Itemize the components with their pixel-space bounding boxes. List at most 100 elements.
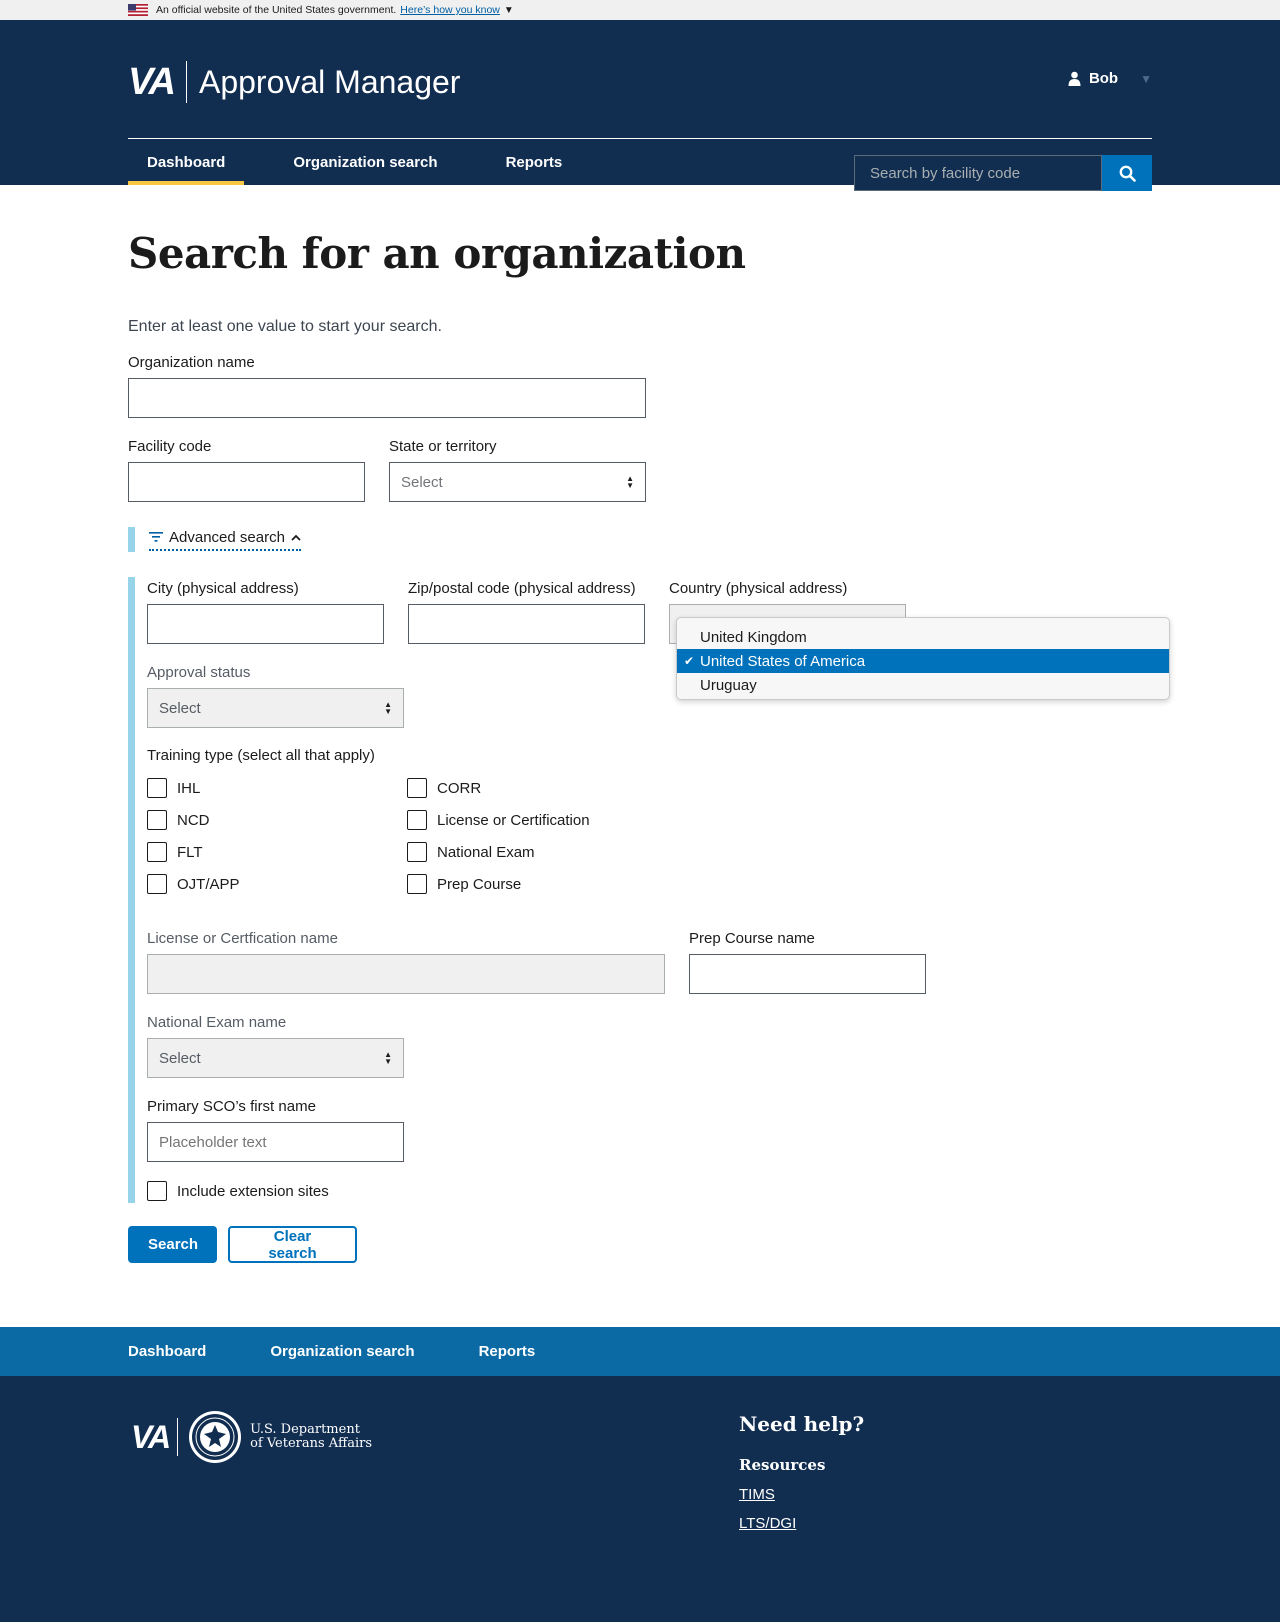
va-logo[interactable]: VA bbox=[128, 61, 176, 104]
training-checkbox-ihl[interactable]: IHL bbox=[147, 778, 240, 798]
chevron-down-icon[interactable]: ▼ bbox=[1140, 72, 1152, 86]
facility-code-label: Facility code bbox=[128, 438, 212, 455]
resources-title: Resources bbox=[739, 1456, 826, 1474]
sco-first-name-input[interactable] bbox=[147, 1122, 404, 1162]
national-exam-value: Select bbox=[159, 1049, 201, 1067]
link-lts-dgi[interactable]: LTS/DGI bbox=[739, 1515, 864, 1532]
org-name-input[interactable] bbox=[128, 378, 646, 418]
approval-status-value: Select bbox=[159, 699, 201, 717]
user-icon bbox=[1068, 71, 1081, 86]
nav-dashboard[interactable]: Dashboard bbox=[128, 139, 245, 185]
checkbox[interactable] bbox=[407, 778, 427, 798]
training-checkbox-flt[interactable]: FLT bbox=[147, 842, 240, 862]
va-logo: VA bbox=[131, 1418, 171, 1455]
site-footer: VA U.S. Department of Veterans Affairs N… bbox=[0, 1376, 1280, 1622]
approval-status-label: Approval status bbox=[147, 664, 251, 681]
checkbox-label: OJT/APP bbox=[177, 875, 240, 893]
checkbox[interactable] bbox=[147, 874, 167, 894]
checkbox-label: CORR bbox=[437, 779, 482, 797]
license-name-input[interactable] bbox=[147, 954, 665, 994]
approval-status-select[interactable]: Select ▲ ▼ bbox=[147, 688, 404, 728]
sort-icon: ▲ ▼ bbox=[384, 1050, 392, 1066]
training-checkbox-ojt-app[interactable]: OJT/APP bbox=[147, 874, 240, 894]
advanced-search-bar bbox=[128, 577, 135, 1203]
app-title[interactable]: Approval Manager bbox=[199, 64, 460, 101]
site-header: VA Approval Manager Bob ▼ Dashboard Orga… bbox=[0, 20, 1280, 191]
state-label: State or territory bbox=[389, 438, 497, 455]
country-option-label: United Kingdom bbox=[700, 628, 807, 646]
footer-nav-dashboard[interactable]: Dashboard bbox=[128, 1343, 206, 1360]
us-flag-icon bbox=[128, 4, 148, 16]
page-title: Search for an organization bbox=[128, 229, 746, 278]
training-type-label: Training type (select all that apply) bbox=[147, 747, 375, 764]
clear-search-button[interactable]: Clear search bbox=[228, 1226, 357, 1263]
checkbox[interactable] bbox=[407, 874, 427, 894]
nav-organization-search[interactable]: Organization search bbox=[274, 139, 456, 185]
search-button[interactable]: Search bbox=[128, 1226, 217, 1263]
checkbox-label: Prep Course bbox=[437, 875, 522, 893]
facility-code-input[interactable] bbox=[128, 462, 365, 502]
national-exam-select[interactable]: Select ▲ ▼ bbox=[147, 1038, 404, 1078]
footer-logo[interactable]: VA U.S. Department of Veterans Affairs bbox=[131, 1410, 372, 1464]
footer-nav-organization-search[interactable]: Organization search bbox=[270, 1343, 414, 1360]
banner-text: An official website of the United States… bbox=[156, 4, 397, 16]
help-title: Need help? bbox=[739, 1412, 865, 1436]
user-menu[interactable]: Bob ▼ bbox=[1068, 70, 1152, 87]
facility-search-button[interactable] bbox=[1102, 155, 1152, 191]
checkbox[interactable] bbox=[147, 1181, 167, 1201]
country-option-label: United States of America bbox=[700, 652, 866, 670]
primary-nav: Dashboard Organization search Reports bbox=[128, 139, 581, 185]
intro-text: Enter at least one value to start your s… bbox=[128, 318, 442, 335]
state-select[interactable]: Select ▲ ▼ bbox=[389, 462, 646, 502]
advanced-search-toggle[interactable]: Advanced search bbox=[128, 527, 301, 552]
chevron-up-icon bbox=[291, 534, 301, 541]
country-option-selected[interactable]: ✔ United States of America bbox=[677, 649, 1169, 673]
footer-nav: Dashboard Organization search Reports bbox=[0, 1327, 1280, 1376]
checkbox-label: FLT bbox=[177, 843, 203, 861]
checkmark-icon: ✔ bbox=[684, 654, 695, 668]
advanced-search-label: Advanced search bbox=[169, 528, 285, 546]
city-input[interactable] bbox=[147, 604, 384, 644]
training-checkbox-prep-course[interactable]: Prep Course bbox=[407, 874, 590, 894]
training-checkbox-corr[interactable]: CORR bbox=[407, 778, 590, 798]
national-exam-label: National Exam name bbox=[147, 1014, 287, 1031]
checkbox[interactable] bbox=[147, 778, 167, 798]
banner-how-you-know-link[interactable]: Here’s how you know bbox=[400, 4, 500, 16]
chevron-down-icon[interactable]: ▼ bbox=[504, 5, 514, 16]
country-option-label: Uruguay bbox=[700, 676, 757, 694]
checkbox-label: Include extension sites bbox=[177, 1182, 329, 1200]
include-extension-sites-checkbox[interactable]: Include extension sites bbox=[147, 1181, 329, 1201]
logo-divider bbox=[177, 1418, 179, 1456]
facility-search bbox=[854, 155, 1152, 191]
checkbox[interactable] bbox=[147, 810, 167, 830]
link-tims[interactable]: TIMS bbox=[739, 1486, 864, 1503]
checkbox[interactable] bbox=[147, 842, 167, 862]
training-checkbox-ncd[interactable]: NCD bbox=[147, 810, 240, 830]
org-name-label: Organization name bbox=[128, 354, 255, 371]
zip-label: Zip/postal code (physical address) bbox=[408, 580, 636, 597]
prep-course-name-input[interactable] bbox=[689, 954, 926, 994]
country-option[interactable]: United Kingdom bbox=[677, 625, 1169, 649]
checkbox-label: IHL bbox=[177, 779, 201, 797]
prep-course-name-label: Prep Course name bbox=[689, 930, 815, 947]
footer-nav-reports[interactable]: Reports bbox=[479, 1343, 536, 1360]
checkbox[interactable] bbox=[407, 810, 427, 830]
training-checkbox-license[interactable]: License or Certification bbox=[407, 810, 590, 830]
sort-icon: ▲ ▼ bbox=[384, 700, 392, 716]
user-name: Bob bbox=[1088, 70, 1119, 87]
checkbox[interactable] bbox=[407, 842, 427, 862]
department-line-1: U.S. Department bbox=[250, 1422, 360, 1437]
training-checkbox-national-exam[interactable]: National Exam bbox=[407, 842, 590, 862]
sco-first-name-label: Primary SCO’s first name bbox=[147, 1098, 316, 1115]
nav-reports[interactable]: Reports bbox=[487, 139, 582, 185]
license-name-label: License or Certfication name bbox=[147, 930, 338, 947]
country-label: Country (physical address) bbox=[669, 580, 848, 597]
facility-search-input[interactable] bbox=[854, 155, 1102, 191]
checkbox-label: License or Certification bbox=[437, 811, 590, 829]
sort-icon: ▲ ▼ bbox=[626, 474, 634, 490]
logo-divider bbox=[185, 61, 187, 103]
department-name: U.S. Department of Veterans Affairs bbox=[250, 1423, 372, 1451]
country-option[interactable]: Uruguay bbox=[677, 673, 1169, 697]
state-select-value: Select bbox=[401, 473, 443, 491]
zip-input[interactable] bbox=[408, 604, 645, 644]
